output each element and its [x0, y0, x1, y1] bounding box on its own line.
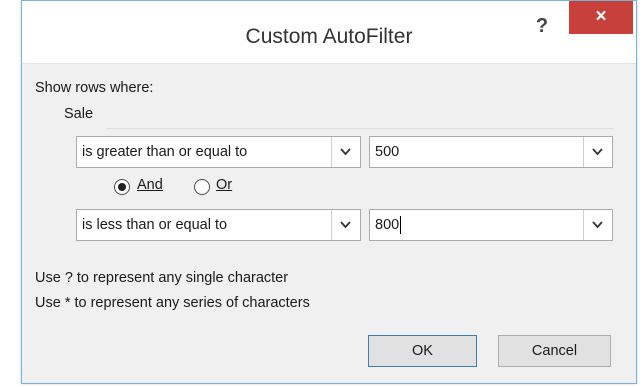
show-rows-heading: Show rows where: — [35, 80, 154, 96]
value1-text[interactable]: 500 — [375, 137, 399, 167]
or-radio-label[interactable]: Or — [216, 177, 232, 193]
close-icon[interactable]: × — [569, 1, 633, 34]
chevron-down-icon[interactable] — [331, 210, 360, 240]
ok-button[interactable]: OK — [368, 335, 477, 367]
value1-combo[interactable]: 500 — [369, 136, 613, 168]
custom-autofilter-dialog: Custom AutoFilter ? × Show rows where: S… — [21, 0, 637, 384]
operator2-value: is less than or equal to — [82, 217, 228, 233]
operator1-value: is greater than or equal to — [82, 144, 248, 160]
hint-single-char: Use ? to represent any single character — [35, 270, 289, 286]
operator2-select[interactable]: is less than or equal to — [76, 209, 361, 241]
radio-selected-dot — [118, 183, 126, 191]
text-caret — [400, 216, 402, 235]
or-radio[interactable] — [194, 179, 210, 195]
dialog-body: Show rows where: Sale is greater than or… — [22, 63, 636, 383]
chevron-down-icon[interactable] — [331, 137, 360, 167]
and-radio[interactable] — [114, 179, 130, 195]
chevron-down-icon[interactable] — [583, 210, 612, 240]
group-separator — [107, 128, 613, 129]
operator1-select[interactable]: is greater than or equal to — [76, 136, 361, 168]
cancel-button[interactable]: Cancel — [498, 335, 611, 367]
help-icon[interactable]: ? — [528, 10, 556, 42]
hint-series-chars: Use * to represent any series of charact… — [35, 295, 310, 311]
value2-field[interactable]: 800 — [375, 210, 402, 240]
and-radio-label[interactable]: And — [137, 177, 163, 193]
value2-combo[interactable]: 800 — [369, 209, 613, 241]
chevron-down-icon[interactable] — [583, 137, 612, 167]
field-name-label: Sale — [64, 106, 94, 122]
